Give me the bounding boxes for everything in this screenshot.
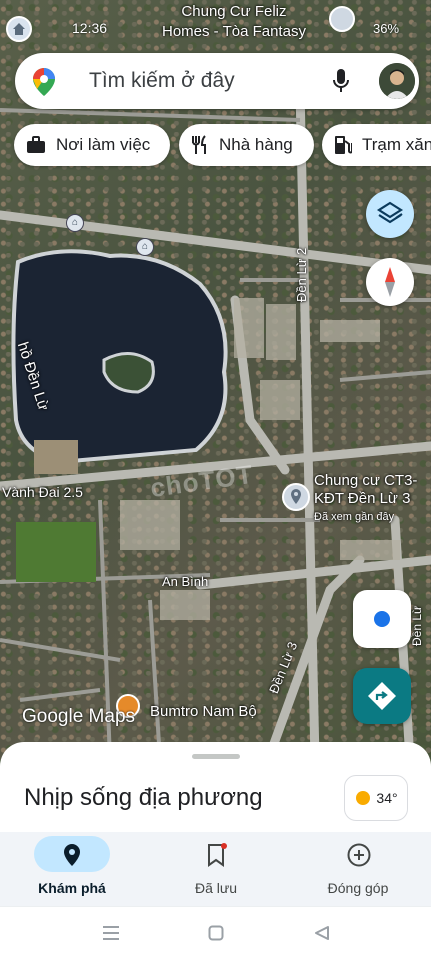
bookmark-icon (208, 843, 227, 867)
bus-stop-icon[interactable]: ⌂ (66, 214, 84, 232)
poi-ct3-line2: KĐT Đền Lừ 3 (314, 490, 411, 507)
sheet-title: Nhịp sống địa phương (24, 784, 263, 811)
nav-explore-label: Khám phá (38, 880, 106, 896)
status-bar: 12:36 36% (0, 14, 431, 42)
my-location-button[interactable] (353, 590, 411, 648)
briefcase-icon (27, 136, 45, 153)
recent-apps-icon[interactable] (102, 925, 120, 941)
battery-level: 36% (373, 21, 400, 36)
road-label-vanh-dai: Vành Đai 2.5 (2, 484, 83, 500)
back-icon[interactable] (314, 925, 330, 941)
add-circle-icon (347, 843, 371, 867)
chip-work[interactable]: Nơi làm việc (14, 124, 170, 166)
my-location-icon (374, 611, 390, 627)
gas-station-icon (335, 136, 352, 154)
avatar[interactable] (379, 63, 415, 99)
google-maps-logo: Google Maps (22, 706, 136, 727)
bottom-navigation: Khám phá Đã lưu Đóng góp (0, 832, 431, 906)
directions-icon (368, 682, 396, 710)
poi-bumtro[interactable]: Bumtro Nam Bộ (150, 703, 257, 720)
compass-icon (385, 267, 395, 297)
google-maps-pin-icon (33, 68, 55, 96)
search-bar[interactable] (15, 53, 419, 109)
mic-icon[interactable] (332, 68, 350, 94)
poi-ct3-line1: Chung cư CT3- (314, 472, 418, 489)
nav-saved-label: Đã lưu (194, 880, 238, 896)
nav-explore[interactable]: Khám phá (2, 832, 142, 906)
home-icon[interactable] (208, 925, 224, 941)
bus-stop-icon[interactable]: ⌂ (136, 238, 154, 256)
place-pin-icon[interactable] (281, 482, 311, 512)
layers-icon (376, 201, 404, 224)
chip-work-label: Nơi làm việc (56, 135, 151, 154)
weather-temperature: 34° (376, 790, 398, 806)
bottom-sheet[interactable]: Nhịp sống địa phương 34° (0, 742, 431, 832)
chip-restaurant-label: Nhà hàng (219, 135, 293, 154)
chip-gas-station[interactable]: Trạm xăng (322, 124, 431, 166)
sun-icon (356, 791, 371, 805)
road-label-den-lu-2: Đền Lừ 2 (294, 247, 309, 302)
search-input[interactable] (89, 67, 309, 95)
chip-gas-label: Trạm xăng (362, 135, 431, 154)
status-time: 12:36 (72, 20, 108, 36)
nav-saved[interactable]: Đã lưu (146, 832, 286, 906)
nav-contribute-label: Đóng góp (327, 880, 389, 896)
nav-contribute[interactable]: Đóng góp (288, 832, 428, 906)
restaurant-icon (192, 135, 206, 154)
system-navigation-bar (0, 906, 431, 960)
explore-pin-icon (64, 844, 80, 866)
layers-button[interactable] (366, 190, 414, 238)
road-label-an-binh: An Bình (162, 574, 209, 589)
poi-ct3-recent: Đã xem gần đây (314, 511, 395, 523)
category-chips: Nơi làm việc Nhà hàng Trạm xăng (14, 124, 431, 168)
poi-chung-cu-ct3[interactable]: Chung cư CT3- KĐT Đền Lừ 3 Đã xem gần đâ… (314, 472, 417, 526)
chip-restaurant[interactable]: Nhà hàng (179, 124, 314, 166)
directions-button[interactable] (353, 668, 411, 724)
drag-handle[interactable] (192, 754, 240, 759)
compass-button[interactable] (366, 258, 414, 306)
road-label-side: Đền Lừ (410, 605, 424, 646)
weather-chip[interactable]: 34° (344, 775, 408, 821)
